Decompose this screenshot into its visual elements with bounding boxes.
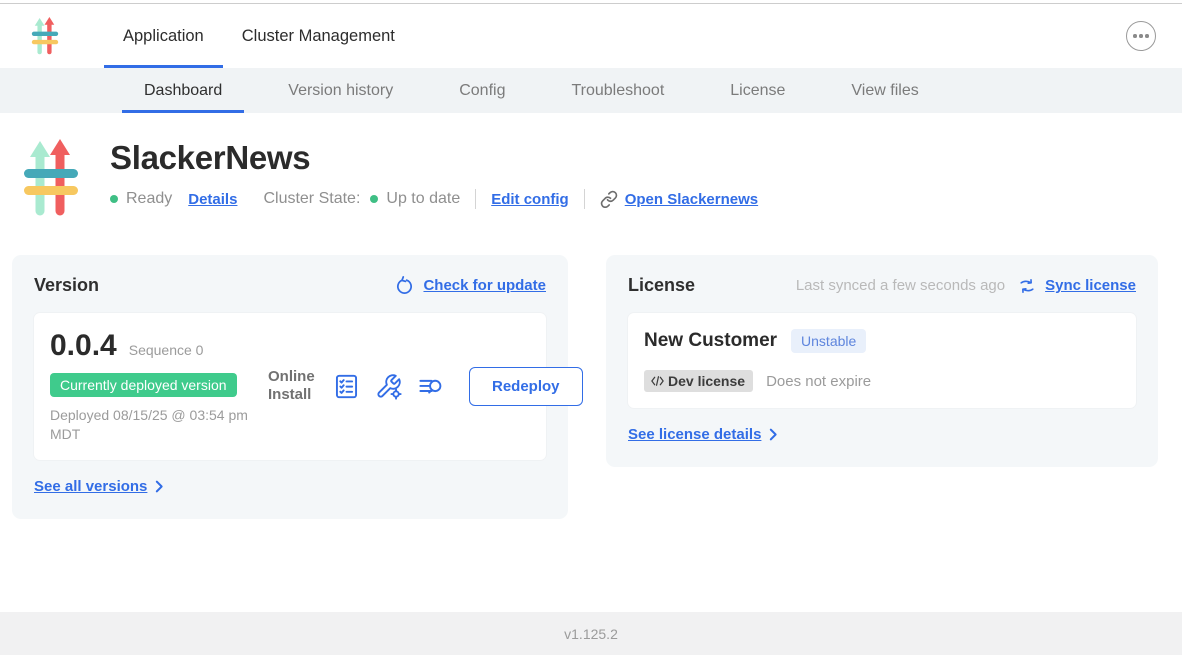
- overflow-menu-button[interactable]: [1126, 21, 1156, 51]
- tab-view-files[interactable]: View files: [849, 68, 920, 113]
- divider: [475, 189, 476, 209]
- license-type-tag: Dev license: [644, 370, 753, 392]
- tab-cluster-management[interactable]: Cluster Management: [223, 4, 414, 68]
- brand-logo-icon: [28, 16, 62, 56]
- divider: [584, 189, 585, 209]
- redeploy-button[interactable]: Redeploy: [469, 367, 583, 406]
- customer-name: New Customer: [644, 330, 777, 352]
- chevron-right-icon: [155, 480, 164, 493]
- console-version: v1.125.2: [564, 626, 618, 642]
- page-title: SlackerNews: [110, 139, 758, 177]
- app-status-text: Ready: [126, 190, 172, 208]
- check-for-update-link[interactable]: Check for update: [423, 277, 546, 294]
- license-card: License Last synced a few seconds ago Sy…: [606, 255, 1158, 467]
- refresh-icon: [394, 275, 415, 296]
- version-sequence: Sequence 0: [129, 342, 204, 358]
- tab-troubleshoot[interactable]: Troubleshoot: [569, 68, 666, 113]
- console-footer: v1.125.2: [0, 612, 1182, 655]
- app-subnav: Dashboard Version history Config Trouble…: [0, 68, 1182, 113]
- chevron-right-icon: [769, 428, 778, 441]
- tab-version-history[interactable]: Version history: [286, 68, 395, 113]
- version-card: Version Check for update 0.0.4 Sequence …: [12, 255, 568, 519]
- edit-config-link[interactable]: Edit config: [491, 191, 569, 208]
- tab-config[interactable]: Config: [457, 68, 507, 113]
- ellipsis-icon: [1133, 34, 1137, 38]
- view-logs-icon[interactable]: [417, 373, 444, 400]
- dashboard-cards: Version Check for update 0.0.4 Sequence …: [12, 255, 1158, 519]
- see-license-details-wrap[interactable]: See license details: [628, 426, 1136, 443]
- see-all-versions-link[interactable]: See all versions: [34, 478, 147, 495]
- license-expiry-text: Does not expire: [766, 373, 871, 390]
- license-card-title: License: [628, 275, 695, 296]
- code-icon: [650, 375, 665, 387]
- cluster-state-label: Cluster State:: [263, 190, 360, 208]
- app-logo-icon: [22, 137, 80, 219]
- channel-badge: Unstable: [791, 329, 866, 353]
- check-update-wrap[interactable]: Check for update: [394, 275, 546, 296]
- tab-license[interactable]: License: [728, 68, 787, 113]
- ellipsis-icon: [1139, 34, 1143, 38]
- main-tabs: Application Cluster Management: [104, 4, 414, 68]
- current-version-panel: 0.0.4 Sequence 0 Currently deployed vers…: [34, 313, 546, 460]
- sync-icon: [1017, 276, 1037, 296]
- tab-dashboard[interactable]: Dashboard: [142, 68, 224, 113]
- sync-license-link[interactable]: Sync license: [1045, 277, 1136, 294]
- ellipsis-icon: [1145, 34, 1149, 38]
- status-details-link[interactable]: Details: [188, 191, 237, 208]
- license-type-text: Dev license: [668, 373, 745, 389]
- app-status-row: Ready Details Cluster State: Up to date …: [110, 189, 758, 209]
- deployed-timestamp: Deployed 08/15/25 @ 03:54 pm MDT: [50, 406, 268, 444]
- see-license-details-link[interactable]: See license details: [628, 426, 761, 443]
- license-panel: New Customer Unstable Dev license Does n…: [628, 313, 1136, 408]
- app-status-dot: [110, 195, 118, 203]
- install-type-label: Online Install: [268, 368, 318, 404]
- external-link-icon: [600, 190, 618, 208]
- main-header: Application Cluster Management: [0, 4, 1182, 68]
- last-synced-text: Last synced a few seconds ago: [796, 277, 1005, 294]
- preflight-checks-icon[interactable]: [333, 373, 360, 400]
- version-number: 0.0.4: [50, 329, 117, 363]
- open-app-link[interactable]: Open Slackernews: [625, 191, 758, 208]
- cluster-state-text: Up to date: [386, 190, 460, 208]
- deployed-status-badge: Currently deployed version: [50, 373, 237, 397]
- open-app-link-wrap[interactable]: Open Slackernews: [600, 190, 758, 208]
- tab-application[interactable]: Application: [104, 4, 223, 68]
- see-all-versions-wrap[interactable]: See all versions: [34, 478, 546, 495]
- sync-license-wrap[interactable]: Sync license: [1017, 276, 1136, 296]
- app-hero: SlackerNews Ready Details Cluster State:…: [22, 137, 1182, 219]
- cluster-state-dot: [370, 195, 378, 203]
- version-card-title: Version: [34, 275, 99, 296]
- config-wrench-icon[interactable]: [375, 373, 402, 400]
